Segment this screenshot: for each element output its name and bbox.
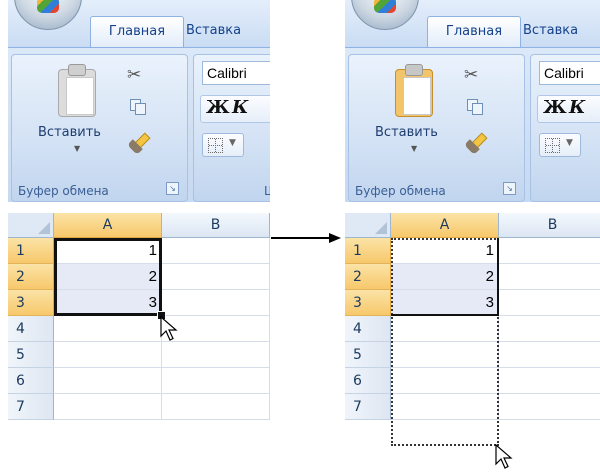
chevron-down-icon: ▼ bbox=[566, 138, 573, 148]
cell-b7[interactable] bbox=[499, 394, 600, 420]
clipboard-group: Вставить ▼ ✂ Буфер обмена ↘ bbox=[11, 54, 188, 202]
cell-b5[interactable] bbox=[162, 342, 270, 368]
office-logo-icon bbox=[37, 0, 59, 13]
cell-b4[interactable] bbox=[162, 316, 270, 342]
ribbon-tab-bar: Главная Вставка bbox=[345, 0, 600, 48]
select-all-corner[interactable] bbox=[345, 213, 391, 238]
tab-insert[interactable]: Вставка bbox=[180, 16, 247, 46]
row-header-5[interactable]: 5 bbox=[345, 342, 391, 368]
cell-b5[interactable] bbox=[499, 342, 600, 368]
row-header-7[interactable]: 7 bbox=[8, 394, 54, 420]
font-group: Calibri Ж К ▼ Ш bbox=[193, 54, 270, 202]
borders-button[interactable]: ▼ bbox=[202, 133, 244, 157]
paste-icon[interactable] bbox=[54, 63, 100, 119]
excel-before-panel: Главная Вставка Вставить ▼ ✂ Буфер обмен… bbox=[8, 0, 270, 473]
format-painter-icon[interactable] bbox=[126, 131, 152, 155]
borders-icon bbox=[545, 138, 560, 153]
row-header-1[interactable]: 1 bbox=[8, 238, 54, 264]
cell-b7[interactable] bbox=[162, 394, 270, 420]
tab-home[interactable]: Главная bbox=[90, 16, 184, 47]
cell-a4[interactable] bbox=[54, 316, 162, 342]
cell-b1[interactable] bbox=[162, 238, 270, 264]
cell-b3[interactable] bbox=[162, 290, 270, 316]
chevron-down-icon: ▼ bbox=[229, 138, 236, 148]
column-header-b[interactable]: B bbox=[162, 213, 270, 238]
row-header-2[interactable]: 2 bbox=[345, 264, 391, 290]
paste-icon[interactable] bbox=[391, 63, 437, 119]
dialog-launcher-icon[interactable]: ↘ bbox=[166, 182, 179, 195]
column-header-a[interactable]: A bbox=[391, 213, 499, 238]
selection-range bbox=[54, 238, 162, 316]
ribbon-body: Вставить ▼ ✂ Буфер обмена ↘ Calibri Ж К … bbox=[8, 47, 270, 202]
cut-icon[interactable]: ✂ bbox=[127, 65, 141, 85]
select-all-corner[interactable] bbox=[8, 213, 54, 238]
tab-insert[interactable]: Вставка bbox=[517, 16, 584, 46]
cell-b6[interactable] bbox=[162, 368, 270, 394]
font-name-field[interactable]: Calibri bbox=[202, 61, 270, 85]
clipboard-group-label: Буфер обмена bbox=[355, 184, 446, 198]
mouse-pointer-icon bbox=[160, 316, 178, 341]
format-painter-icon[interactable] bbox=[463, 131, 489, 155]
office-button[interactable] bbox=[351, 0, 419, 30]
tab-home[interactable]: Главная bbox=[427, 16, 521, 47]
cell-b2[interactable] bbox=[499, 264, 600, 290]
paste-dropdown-icon[interactable]: ▼ bbox=[411, 144, 417, 153]
right-arrow-icon bbox=[271, 233, 341, 243]
worksheet-grid[interactable]: A B 1 2 3 4 5 6 7 1 2 3 bbox=[345, 213, 600, 473]
paste-dropdown-icon[interactable]: ▼ bbox=[74, 144, 80, 153]
row-header-5[interactable]: 5 bbox=[8, 342, 54, 368]
row-header-1[interactable]: 1 bbox=[345, 238, 391, 264]
font-group-label: Ш bbox=[264, 184, 270, 198]
copy-icon[interactable] bbox=[467, 99, 483, 115]
bold-button[interactable]: Ж bbox=[543, 97, 567, 118]
row-header-6[interactable]: 6 bbox=[345, 368, 391, 394]
mouse-pointer-icon bbox=[495, 444, 513, 469]
office-button[interactable] bbox=[14, 0, 82, 30]
borders-button[interactable]: ▼ bbox=[539, 133, 581, 157]
cut-icon[interactable]: ✂ bbox=[464, 65, 478, 85]
paste-button[interactable]: Вставить bbox=[375, 125, 438, 140]
row-header-4[interactable]: 4 bbox=[345, 316, 391, 342]
row-header-3[interactable]: 3 bbox=[345, 290, 391, 316]
cell-a6[interactable] bbox=[54, 368, 162, 394]
cell-b6[interactable] bbox=[499, 368, 600, 394]
cell-a5[interactable] bbox=[54, 342, 162, 368]
column-header-a[interactable]: A bbox=[54, 213, 162, 238]
cell-b1[interactable] bbox=[499, 238, 600, 264]
excel-after-panel: Главная Вставка Вставить ▼ ✂ Буфер обмен… bbox=[345, 0, 600, 473]
row-header-2[interactable]: 2 bbox=[8, 264, 54, 290]
selection-range bbox=[391, 238, 499, 316]
font-group: Calibri Ж К ▼ Ш bbox=[530, 54, 600, 202]
column-header-b[interactable]: B bbox=[499, 213, 600, 238]
borders-icon bbox=[208, 138, 223, 153]
italic-button[interactable]: К bbox=[569, 97, 585, 118]
cell-b2[interactable] bbox=[162, 264, 270, 290]
dialog-launcher-icon[interactable]: ↘ bbox=[503, 182, 516, 195]
cell-b4[interactable] bbox=[499, 316, 600, 342]
cell-a7[interactable] bbox=[54, 394, 162, 420]
ribbon-body: Вставить ▼ ✂ Буфер обмена ↘ Calibri Ж К … bbox=[345, 47, 600, 202]
paste-button[interactable]: Вставить bbox=[38, 125, 101, 140]
office-logo-icon bbox=[374, 0, 396, 13]
bold-button[interactable]: Ж bbox=[206, 97, 230, 118]
row-header-4[interactable]: 4 bbox=[8, 316, 54, 342]
worksheet-grid[interactable]: A B 1 2 3 4 5 6 7 1 2 3 bbox=[8, 213, 270, 473]
row-header-6[interactable]: 6 bbox=[8, 368, 54, 394]
row-header-3[interactable]: 3 bbox=[8, 290, 54, 316]
copy-icon[interactable] bbox=[130, 99, 146, 115]
cell-b3[interactable] bbox=[499, 290, 600, 316]
italic-button[interactable]: К bbox=[232, 97, 248, 118]
row-header-7[interactable]: 7 bbox=[345, 394, 391, 420]
clipboard-group: Вставить ▼ ✂ Буфер обмена ↘ bbox=[348, 54, 525, 202]
ribbon-tab-bar: Главная Вставка bbox=[8, 0, 270, 48]
clipboard-group-label: Буфер обмена bbox=[18, 184, 109, 198]
font-name-field[interactable]: Calibri bbox=[539, 61, 600, 85]
